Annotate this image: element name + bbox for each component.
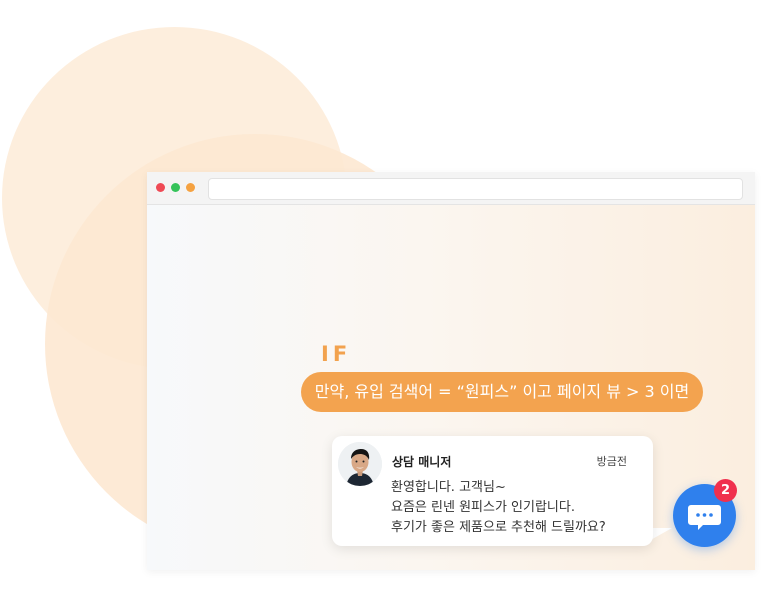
chat-message-card[interactable]: 상담 매니저 방금전 환영합니다. 고객님~ 요즘은 린넨 원피스가 인기랍니다… bbox=[332, 436, 653, 546]
condition-pill: 만약, 유입 검색어 = “원피스” 이고 페이지 뷰 > 3 이면 bbox=[301, 372, 703, 412]
sender-name: 상담 매니저 bbox=[392, 455, 452, 469]
minimize-window-dot[interactable] bbox=[186, 183, 195, 192]
unread-count-badge: 2 bbox=[714, 479, 737, 502]
message-line: 요즘은 린넨 원피스가 인기랍니다. bbox=[391, 500, 575, 515]
manager-avatar-icon bbox=[338, 442, 382, 486]
close-window-dot[interactable] bbox=[156, 183, 165, 192]
maximize-window-dot[interactable] bbox=[171, 183, 180, 192]
avatar bbox=[338, 442, 382, 486]
browser-titlebar bbox=[147, 172, 755, 205]
message-line: 후기가 좋은 제품으로 추천해 드릴까요? bbox=[391, 520, 606, 535]
if-label: IF bbox=[321, 342, 352, 366]
message-line: 환영합니다. 고객님~ bbox=[391, 480, 506, 495]
address-bar[interactable] bbox=[208, 178, 743, 200]
message-body: 환영합니다. 고객님~ 요즘은 린넨 원피스가 인기랍니다. 후기가 좋은 제품… bbox=[391, 478, 606, 538]
message-time: 방금전 bbox=[596, 455, 627, 468]
